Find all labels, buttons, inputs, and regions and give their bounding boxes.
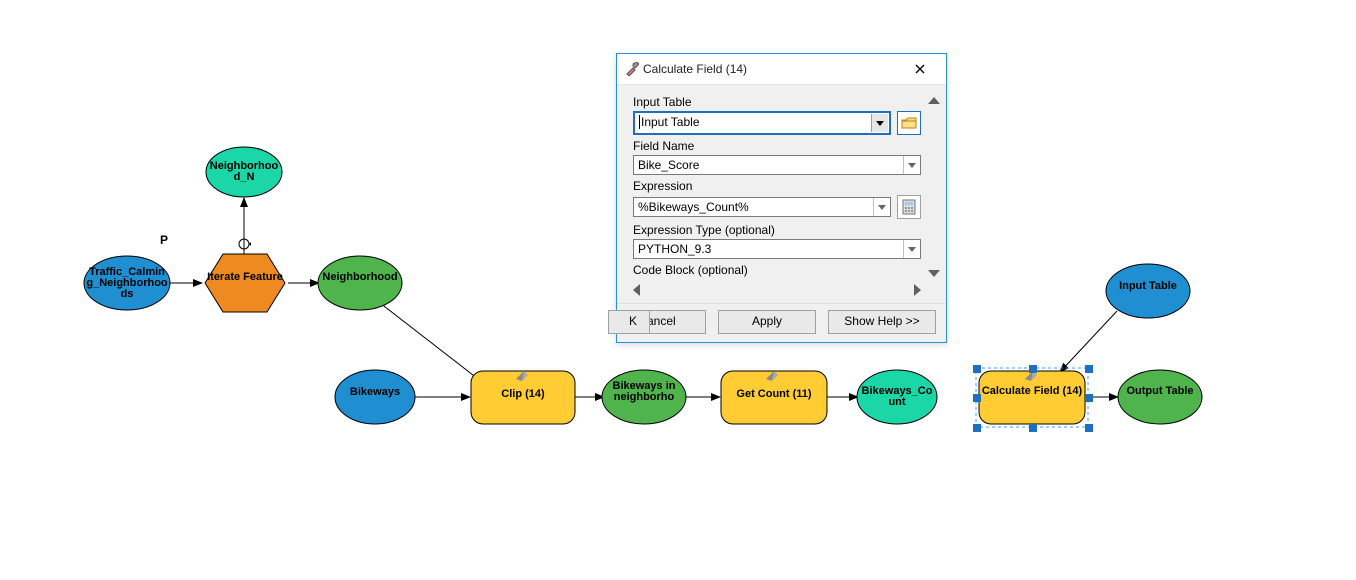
scroll-up-icon[interactable] [928, 97, 940, 104]
chevron-down-icon[interactable] [871, 114, 888, 132]
node-traffic-calming[interactable]: Traffic_Calming_Neighborhoods [84, 256, 170, 310]
vertical-scrollbar[interactable] [925, 95, 943, 279]
node-label: Iterate Feature [206, 268, 284, 283]
dialog-titlebar[interactable]: Calculate Field (14) [617, 54, 946, 85]
scroll-right-icon[interactable] [914, 284, 921, 296]
label-expression-type: Expression Type (optional) [633, 223, 921, 237]
node-get-count[interactable]: Get Count (11) [721, 371, 827, 424]
node-clip[interactable]: Clip (14) [471, 371, 575, 424]
node-iterate-feature[interactable]: Iterate Feature [205, 239, 285, 312]
expression-builder-button[interactable] [897, 195, 921, 219]
chevron-down-icon[interactable] [873, 198, 890, 216]
show-help-button[interactable]: Show Help >> [828, 310, 936, 334]
horizontal-scrollbar[interactable] [633, 283, 921, 297]
node-bikeways-count[interactable]: Bikeways_Count [857, 370, 937, 424]
expression-type-combo[interactable]: PYTHON_9.3 [633, 239, 921, 259]
node-label: Output Table [1120, 382, 1200, 397]
chevron-down-icon[interactable] [903, 156, 920, 174]
dialog-footer: K Cancel Apply Show Help >> [617, 303, 946, 342]
field-name-value: Bike_Score [638, 158, 699, 172]
hammer-icon [625, 62, 639, 76]
node-neighborhood[interactable]: Neighborhood [318, 256, 402, 310]
node-label: Calculate Field (14) [979, 383, 1085, 397]
close-button[interactable] [900, 57, 940, 81]
node-label: Bikeways [337, 386, 413, 398]
node-bikeways-in[interactable]: Bikeways in neighborho [602, 370, 686, 424]
calculate-field-dialog[interactable]: Calculate Field (14) Input Table Input T… [616, 53, 947, 343]
parameter-marker: P [160, 233, 168, 247]
node-label: Input Table [1108, 280, 1188, 292]
node-calculate-field[interactable]: Calculate Field (14) [976, 368, 1088, 427]
expression-type-value: PYTHON_9.3 [638, 242, 711, 256]
node-label: Neighborhood [320, 266, 400, 283]
label-expression: Expression [633, 179, 921, 193]
node-input-table[interactable]: Input Table [1106, 264, 1190, 318]
node-neighborhood-n[interactable]: Neighborhood_N [206, 147, 282, 197]
label-field-name: Field Name [633, 139, 921, 153]
node-output-table[interactable]: Output Table [1118, 370, 1202, 424]
browse-button[interactable] [897, 111, 921, 135]
scroll-left-icon[interactable] [633, 284, 640, 296]
node-label: Clip (14) [471, 388, 575, 400]
label-code-block: Code Block (optional) [633, 263, 921, 277]
scroll-down-icon[interactable] [928, 270, 940, 277]
input-table-combo[interactable]: Input Table [633, 111, 891, 135]
node-label: Bikeways_Count [859, 382, 935, 408]
label-input-table: Input Table [633, 95, 921, 109]
dialog-body: Input Table Input Table Field Name [617, 85, 946, 303]
node-label: Bikeways in neighborho [604, 378, 684, 403]
dialog-title: Calculate Field (14) [639, 62, 900, 76]
node-label: Neighborhood_N [208, 155, 280, 183]
scroll-track[interactable] [642, 283, 912, 297]
expression-combo[interactable]: %Bikeways_Count% [633, 197, 891, 217]
field-name-combo[interactable]: Bike_Score [633, 155, 921, 175]
node-label: Get Count (11) [721, 388, 827, 400]
apply-button[interactable]: Apply [718, 310, 816, 334]
chevron-down-icon[interactable] [903, 240, 920, 258]
expression-value: %Bikeways_Count% [638, 200, 749, 214]
node-bikeways[interactable]: Bikeways [335, 370, 415, 424]
input-table-value: Input Table [639, 115, 700, 129]
node-label: Traffic_Calming_Neighborhoods [86, 262, 168, 300]
ok-button-partial[interactable]: K [617, 310, 650, 334]
